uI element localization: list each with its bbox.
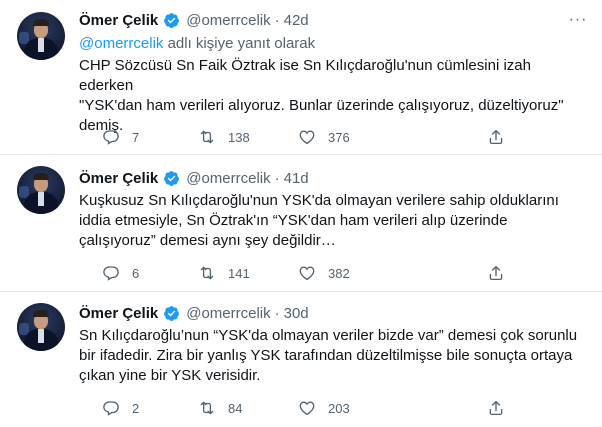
tweet-timestamp[interactable]: 42d (284, 12, 309, 29)
author-name[interactable]: Ömer Çelik (79, 305, 158, 322)
retweet-count: 138 (228, 129, 250, 145)
retweet-button[interactable]: 138 (198, 127, 250, 147)
reply-button[interactable]: 2 (102, 398, 139, 418)
tweet[interactable]: Ömer Çelik @omerrcelik · 41d Kuşkusuz Sn… (0, 155, 602, 292)
avatar[interactable] (17, 12, 65, 60)
author-name[interactable]: Ömer Çelik (79, 12, 158, 29)
replying-to-suffix: adlı kişiye yanıt olarak (163, 35, 316, 52)
tweet-timestamp[interactable]: 41d (284, 170, 309, 187)
reply-count: 6 (132, 265, 140, 281)
share-button[interactable] (487, 127, 505, 147)
like-button[interactable]: 376 (298, 127, 350, 147)
tweet-text: Sn Kılıçdaroğlu’nun “YSK'da olmayan veri… (79, 327, 578, 384)
like-count: 382 (328, 265, 350, 281)
share-button[interactable] (487, 263, 505, 283)
retweet-icon (200, 266, 214, 280)
reply-button[interactable]: 7 (102, 127, 139, 147)
separator-dot: · (274, 11, 280, 29)
author-handle[interactable]: @omerrcelik (186, 170, 270, 187)
share-button[interactable] (487, 398, 505, 418)
reply-count: 7 (132, 129, 140, 145)
reply-icon (103, 266, 119, 281)
tweet-header: Ömer Çelik @omerrcelik · 41d (79, 168, 309, 188)
tweet-actions: 6 141 382 (79, 263, 589, 283)
tweet-header: Ömer Çelik @omerrcelik · 42d (79, 10, 309, 30)
tweet-header: Ömer Çelik @omerrcelik · 30d (79, 303, 309, 323)
reply-button[interactable]: 6 (102, 263, 139, 283)
tweet-text: Kuşkusuz Sn Kılıçdaroğlu'nun YSK'da olma… (79, 192, 559, 249)
share-icon (489, 400, 503, 416)
verified-badge-icon (164, 12, 180, 28)
like-button[interactable]: 203 (298, 398, 350, 418)
reply-count: 2 (132, 400, 140, 416)
retweet-count: 84 (228, 400, 243, 416)
retweet-count: 141 (228, 265, 250, 281)
tweet[interactable]: Ömer Çelik @omerrcelik · 42d ··· @omerrc… (0, 0, 602, 155)
share-icon (489, 265, 503, 281)
author-handle[interactable]: @omerrcelik (186, 12, 270, 29)
separator-dot: · (274, 304, 280, 322)
tweet-thread: Ömer Çelik @omerrcelik · 42d ··· @omerrc… (0, 0, 602, 427)
retweet-button[interactable]: 84 (198, 398, 242, 418)
reply-icon (103, 401, 119, 416)
verified-badge-icon (164, 170, 180, 186)
author-name[interactable]: Ömer Çelik (79, 170, 158, 187)
tweet-actions: 7 138 376 (79, 127, 589, 147)
like-count: 203 (328, 400, 350, 416)
replying-to: @omerrcelik adlı kişiye yanıt olarak (79, 35, 315, 52)
like-icon (299, 130, 315, 145)
retweet-icon (200, 401, 214, 415)
separator-dot: · (274, 169, 280, 187)
retweet-icon (200, 130, 214, 144)
like-count: 376 (328, 129, 350, 145)
avatar[interactable] (17, 166, 65, 214)
tweet-timestamp[interactable]: 30d (284, 305, 309, 322)
retweet-button[interactable]: 141 (198, 263, 250, 283)
like-button[interactable]: 382 (298, 263, 350, 283)
reply-icon (103, 130, 119, 145)
tweet-actions: 2 84 203 (79, 398, 589, 418)
avatar[interactable] (17, 303, 65, 351)
like-icon (299, 266, 315, 281)
author-handle[interactable]: @omerrcelik (186, 305, 270, 322)
like-icon (299, 401, 315, 416)
verified-badge-icon (164, 305, 180, 321)
more-options-icon[interactable]: ··· (568, 10, 588, 30)
tweet-text: CHP Sözcüsü Sn Faik Öztrak ise Sn Kılıçd… (79, 57, 564, 134)
tweet[interactable]: Ömer Çelik @omerrcelik · 30d Sn Kılıçdar… (0, 292, 602, 427)
share-icon (489, 129, 503, 145)
replying-to-handle[interactable]: @omerrcelik (79, 35, 163, 52)
